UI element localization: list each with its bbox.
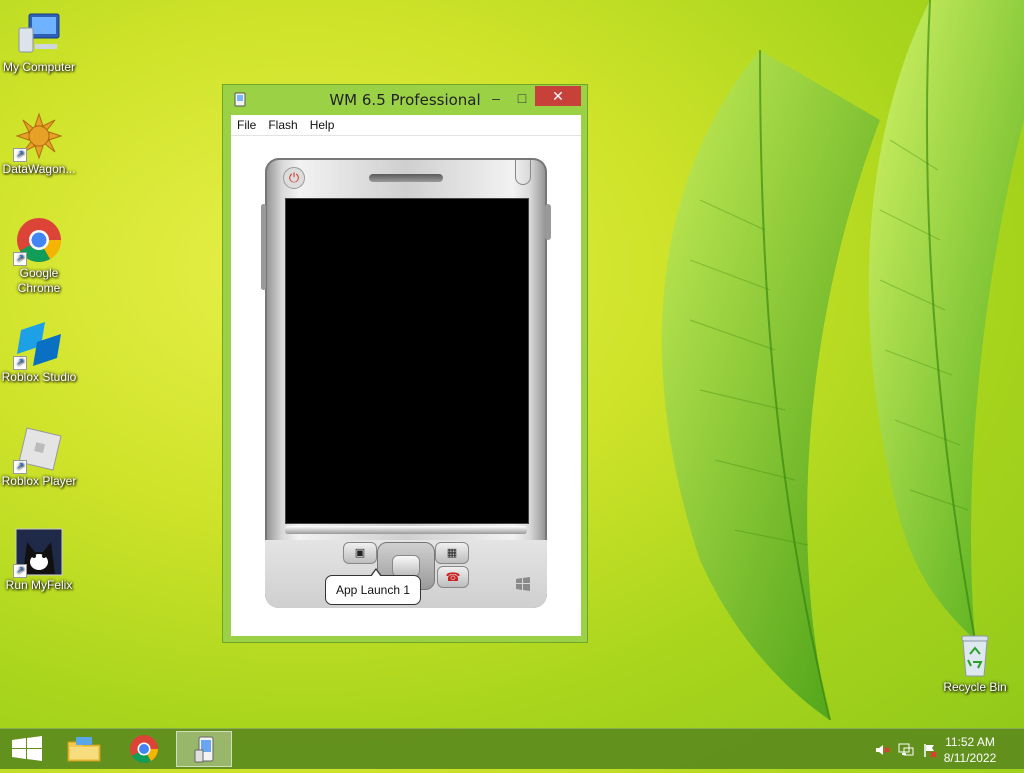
desktop-icon-roblox-studio[interactable]: ↗ Roblox Studio (0, 320, 78, 385)
clock[interactable]: 11:52 AM 8/11/2022 (934, 734, 1006, 766)
emulator-icon (194, 736, 214, 763)
menu-file[interactable]: File (231, 115, 262, 132)
end-call-button[interactable]: ☎ (437, 566, 469, 588)
power-button[interactable]: ⏻ (283, 167, 305, 189)
chrome-icon (130, 735, 158, 763)
file-explorer-icon (67, 737, 101, 762)
emulator-window: WM 6.5 Professional – □ ✕ File Flash Help … (222, 84, 588, 643)
desktop-icon-label: Google Chrome (17, 266, 61, 295)
myfelix-icon: ↗ (13, 528, 63, 578)
left-softkey-button[interactable]: ▣ (343, 542, 377, 564)
network-icon[interactable] (898, 742, 914, 758)
system-tray: 11:52 AM 8/11/2022 (874, 729, 1024, 769)
desktop-icon-my-computer[interactable]: My Computer (0, 10, 78, 75)
stylus-slot (515, 160, 531, 185)
right-softkey-button[interactable]: ▦ (435, 542, 469, 564)
recycle-bin-icon (951, 630, 999, 678)
emulator-client-area: ⏻ ▣ ▦ ☎ App Launch 1 (231, 136, 581, 636)
computer-icon (15, 10, 63, 58)
windows-logo-icon (515, 576, 531, 592)
datawagon-icon: ↗ (13, 112, 63, 162)
minimize-button[interactable]: – (483, 89, 509, 109)
maximize-button[interactable]: □ (509, 89, 535, 109)
start-button[interactable] (0, 731, 56, 767)
chrome-icon: ↗ (13, 216, 63, 266)
side-button-left[interactable] (261, 204, 266, 290)
desktop-icon-label: DataWagon... (2, 162, 76, 176)
close-button[interactable]: ✕ (535, 86, 581, 106)
shortcut-arrow-icon: ↗ (13, 564, 27, 578)
shortcut-arrow-icon: ↗ (13, 460, 27, 474)
desktop-icon-label: Roblox Studio (1, 370, 77, 384)
menu-flash[interactable]: Flash (262, 115, 303, 132)
roblox-player-icon: ↗ (13, 424, 63, 474)
desktop-icon-roblox-player[interactable]: ↗ Roblox Player (0, 424, 78, 489)
tooltip: App Launch 1 (325, 568, 421, 605)
desktop-icon-run-myfelix[interactable]: ↗ Run MyFelix (0, 528, 78, 593)
desktop-icon-google-chrome[interactable]: ↗ Google Chrome (0, 216, 78, 296)
volume-muted-icon[interactable] (874, 742, 890, 758)
dpad-center-button[interactable] (392, 555, 420, 577)
shortcut-arrow-icon: ↗ (13, 252, 27, 266)
device-screen[interactable] (285, 198, 529, 524)
desktop-icon-label: My Computer (2, 60, 76, 74)
taskbar: 11:52 AM 8/11/2022 (0, 728, 1024, 769)
desktop-icon-label: Roblox Player (1, 474, 77, 488)
roblox-studio-icon: ↗ (13, 320, 63, 370)
shortcut-arrow-icon: ↗ (13, 148, 27, 162)
pocket-pc-device: ⏻ ▣ ▦ ☎ (261, 158, 551, 608)
desktop-icon-label: Run MyFelix (5, 578, 73, 592)
clock-date: 8/11/2022 (943, 751, 997, 765)
screen-ledge (285, 526, 527, 534)
menu-help[interactable]: Help (304, 115, 341, 132)
clock-time: 11:52 AM (945, 735, 995, 749)
taskbar-chrome[interactable] (116, 731, 172, 767)
taskbar-emulator[interactable] (176, 731, 232, 767)
taskbar-file-explorer[interactable] (56, 731, 112, 767)
shortcut-arrow-icon: ↗ (13, 356, 27, 370)
menu-bar: File Flash Help (231, 115, 581, 136)
desktop-icon-datawagon[interactable]: ↗ DataWagon... (0, 112, 78, 177)
desktop-icon-label: Recycle Bin (943, 680, 1007, 694)
side-button-right[interactable] (545, 204, 551, 240)
start-icon (12, 736, 42, 761)
window-titlebar[interactable]: WM 6.5 Professional – □ ✕ (223, 85, 587, 115)
desktop-icon-recycle-bin[interactable]: Recycle Bin (936, 630, 1014, 695)
device-speaker (369, 174, 443, 182)
